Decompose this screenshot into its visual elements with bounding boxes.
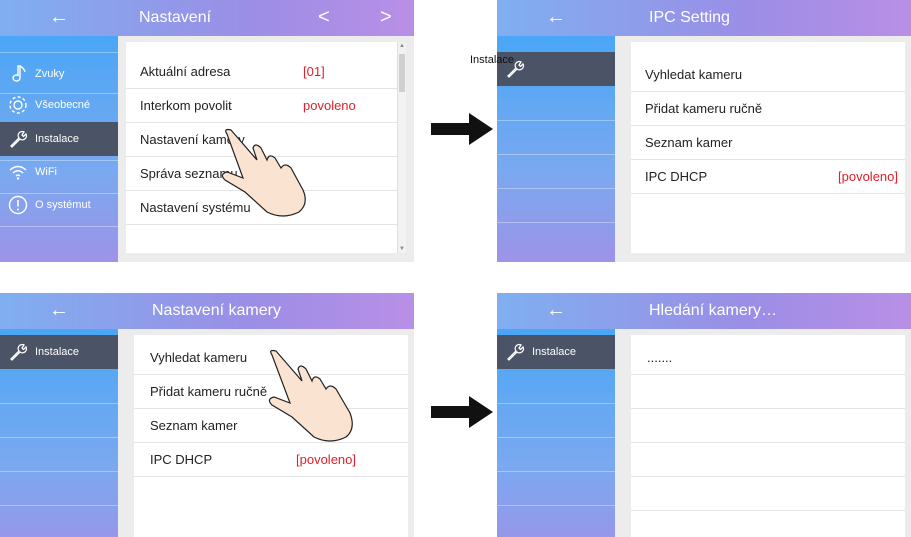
row-label: Vyhledat kameru [645, 67, 743, 82]
page-title: Hledání kamery… [649, 302, 778, 319]
hand-pointer-icon [268, 349, 353, 442]
list-item [631, 409, 905, 443]
page-title: Nastavení kamery [152, 302, 281, 319]
sidebar-item-o-systemu[interactable]: O systémut [0, 188, 118, 222]
list-item [631, 477, 905, 511]
wrench-icon [507, 343, 525, 361]
row-label: Vyhledat kameru [150, 350, 248, 365]
row-label: Interkom povolit [140, 98, 232, 113]
sidebar: Instalace [0, 329, 118, 537]
sidebar-item-label: WiFi [35, 166, 57, 178]
ipc-settings-list: Vyhledat kameru Přidat kameru ručně Sezn… [631, 42, 905, 253]
back-icon[interactable]: ← [497, 293, 615, 329]
sidebar-item-label: Instalace [35, 133, 80, 145]
camera-search-list: ....... [631, 335, 905, 537]
top-bar: ← Hledání kamery… [497, 293, 911, 329]
panel-nastaveni: ← Nastavení < > Zvuky Všeobecné Instalac… [0, 0, 414, 262]
right-arrow-icon [431, 396, 493, 428]
wrench-icon [10, 130, 28, 148]
top-bar: ← Nastavení kamery [0, 293, 414, 329]
top-bar: ← IPC Setting [497, 0, 911, 36]
music-note-icon [12, 65, 26, 82]
list-item: ....... [631, 341, 905, 375]
sidebar-item-label: Zvuky [35, 68, 65, 80]
row-label: Přidat kameru ručně [645, 101, 763, 116]
sidebar-item-instalace[interactable] [497, 52, 615, 86]
sidebar-item-instalace[interactable]: Instalace [0, 335, 118, 369]
sidebar-item-zvuky[interactable]: Zvuky [0, 57, 118, 91]
row-label: IPC DHCP [645, 169, 708, 184]
row-label: Seznam kamer [150, 418, 238, 433]
back-icon[interactable]: ← [0, 0, 118, 36]
row-label: IPC DHCP [150, 452, 213, 467]
sidebar-item-label: Instalace [532, 346, 577, 358]
row-label: Aktuální adresa [140, 64, 231, 79]
list-item[interactable]: Přidat kameru ručně [631, 92, 905, 126]
info-icon [8, 195, 28, 215]
row-value: povoleno [303, 98, 356, 113]
sidebar-item-label: Instalace [35, 346, 80, 358]
sidebar-item-label: Všeobecné [35, 99, 91, 111]
row-value: [povoleno] [838, 169, 898, 184]
back-icon[interactable]: ← [497, 0, 615, 36]
sidebar-item-wifi[interactable]: WiFi [0, 155, 118, 189]
sidebar-item-label: Instalace [470, 54, 515, 66]
scrollbar[interactable]: ▲ ▼ [397, 42, 406, 253]
list-item[interactable]: Aktuální adresa [01] [126, 55, 406, 89]
sidebar: Zvuky Všeobecné Instalace WiFi O systému… [0, 36, 118, 262]
sidebar [497, 36, 615, 262]
list-item[interactable]: Seznam kamer [631, 126, 905, 160]
list-item[interactable]: Interkom povolit povoleno [126, 89, 406, 123]
row-value: [povoleno] [296, 452, 356, 467]
list-item[interactable]: IPC DHCP [povoleno] [134, 443, 408, 477]
panel-hledani-kamery: ← Hledání kamery… Instalace ....... [497, 293, 911, 537]
gear-icon [9, 96, 27, 114]
sidebar-item-vseobecne[interactable]: Všeobecné [0, 88, 118, 122]
list-item[interactable]: Vyhledat kameru [631, 58, 905, 92]
chevron-right-icon[interactable]: > [380, 0, 392, 36]
wifi-icon [9, 165, 27, 180]
list-item[interactable]: IPC DHCP [povoleno] [631, 160, 905, 194]
right-arrow-icon [431, 113, 493, 145]
sidebar: Instalace [497, 329, 615, 537]
row-label: Přidat kameru ručně [150, 384, 268, 399]
scrollbar-thumb[interactable] [399, 54, 405, 92]
list-item [631, 375, 905, 409]
chevron-left-icon[interactable]: < [318, 0, 330, 36]
back-icon[interactable]: ← [0, 293, 118, 329]
hand-pointer-icon [221, 128, 306, 217]
page-title: IPC Setting [649, 9, 730, 26]
top-bar: ← Nastavení < > [0, 0, 414, 36]
row-label: Seznam kamer [645, 135, 733, 150]
list-item [631, 443, 905, 477]
sidebar-item-instalace[interactable]: Instalace [497, 335, 615, 369]
search-progress-text: ....... [647, 350, 673, 365]
sidebar-item-label: O systémut [35, 199, 91, 211]
sidebar-item-instalace[interactable]: Instalace [0, 122, 118, 156]
page-title: Nastavení [139, 9, 212, 26]
panel-nastaveni-kamery: ← Nastavení kamery Instalace Vyhledat ka… [0, 293, 414, 537]
wrench-icon [10, 343, 28, 361]
panel-ipc-setting: ← IPC Setting Vyhledat kameru Přidat kam… [497, 0, 911, 262]
row-value: [01] [303, 64, 325, 79]
